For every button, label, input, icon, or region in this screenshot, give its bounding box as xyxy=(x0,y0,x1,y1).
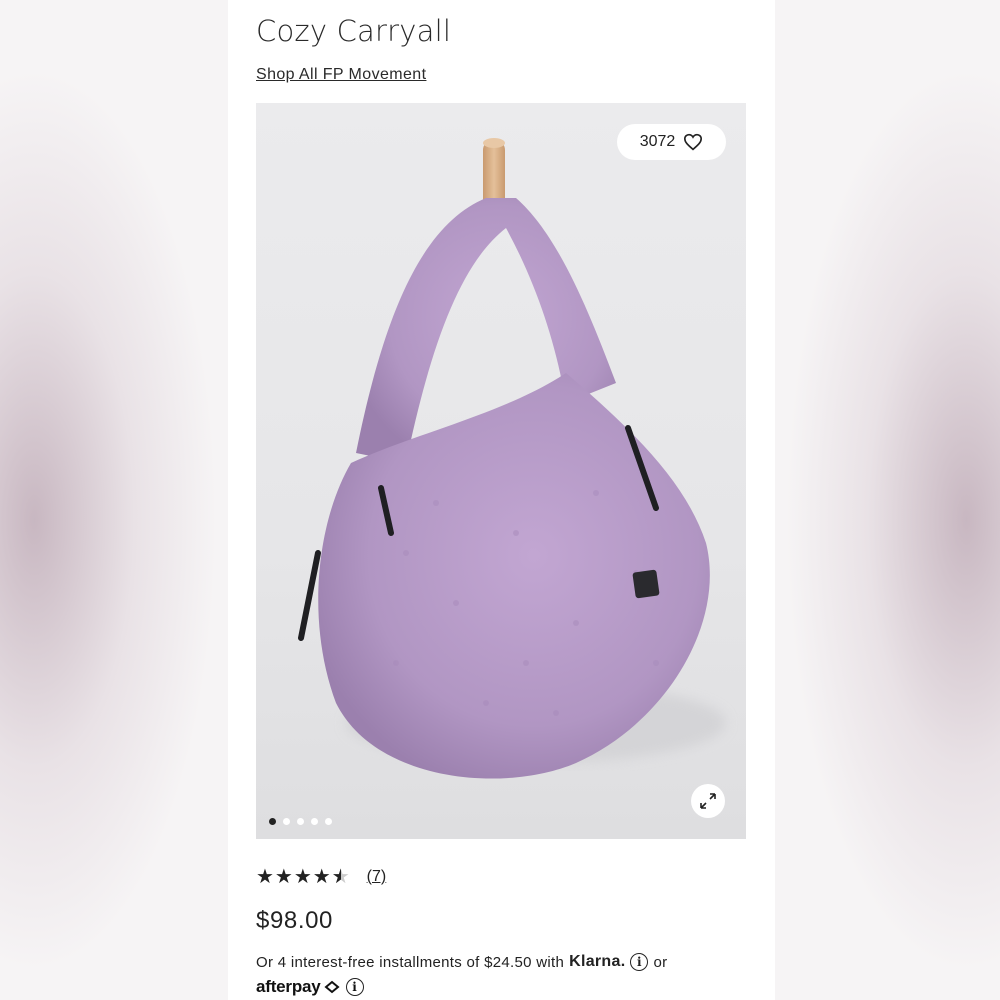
afterpay-logo: afterpay xyxy=(256,977,321,996)
info-icon[interactable]: i xyxy=(345,978,364,996)
product-price: $98.00 xyxy=(256,907,334,934)
afterpay-row: afterpay i xyxy=(256,977,369,997)
background-right xyxy=(775,0,1000,1000)
expand-image-button[interactable] xyxy=(691,784,725,818)
heart-icon xyxy=(684,133,703,151)
carousel-dot[interactable] xyxy=(325,818,332,825)
product-image-carousel[interactable]: 3072 xyxy=(256,103,746,839)
installments-text: Or 4 interest-free installments of $24.5… xyxy=(256,953,667,971)
info-icon[interactable]: i xyxy=(630,953,649,971)
rating-stars: ★★★★★★ xyxy=(256,866,351,888)
klarna-logo: Klarna. xyxy=(569,953,626,970)
installments-label: Or 4 interest-free installments of $24.5… xyxy=(256,953,565,971)
expand-icon xyxy=(700,793,716,809)
background-left xyxy=(0,0,228,1000)
shop-all-link[interactable]: Shop All FP Movement xyxy=(256,66,426,84)
afterpay-logo-icon xyxy=(323,980,340,994)
wishlist-button[interactable]: 3072 xyxy=(617,124,726,160)
carousel-dot[interactable] xyxy=(297,818,304,825)
wishlist-count: 3072 xyxy=(639,133,676,150)
carousel-dot[interactable] xyxy=(283,818,290,825)
product-panel: Cozy Carryall Shop All FP Movement 3072 … xyxy=(228,0,775,1000)
reviews-link[interactable]: (7) xyxy=(367,868,387,886)
product-image xyxy=(298,138,726,779)
carousel-dot[interactable] xyxy=(311,818,318,825)
or-label: or xyxy=(653,953,668,971)
rating-row: ★★★★★★ (7) xyxy=(256,864,386,889)
carousel-dots xyxy=(269,818,332,825)
product-title: Cozy Carryall xyxy=(256,14,452,48)
carousel-dot[interactable] xyxy=(269,818,276,825)
